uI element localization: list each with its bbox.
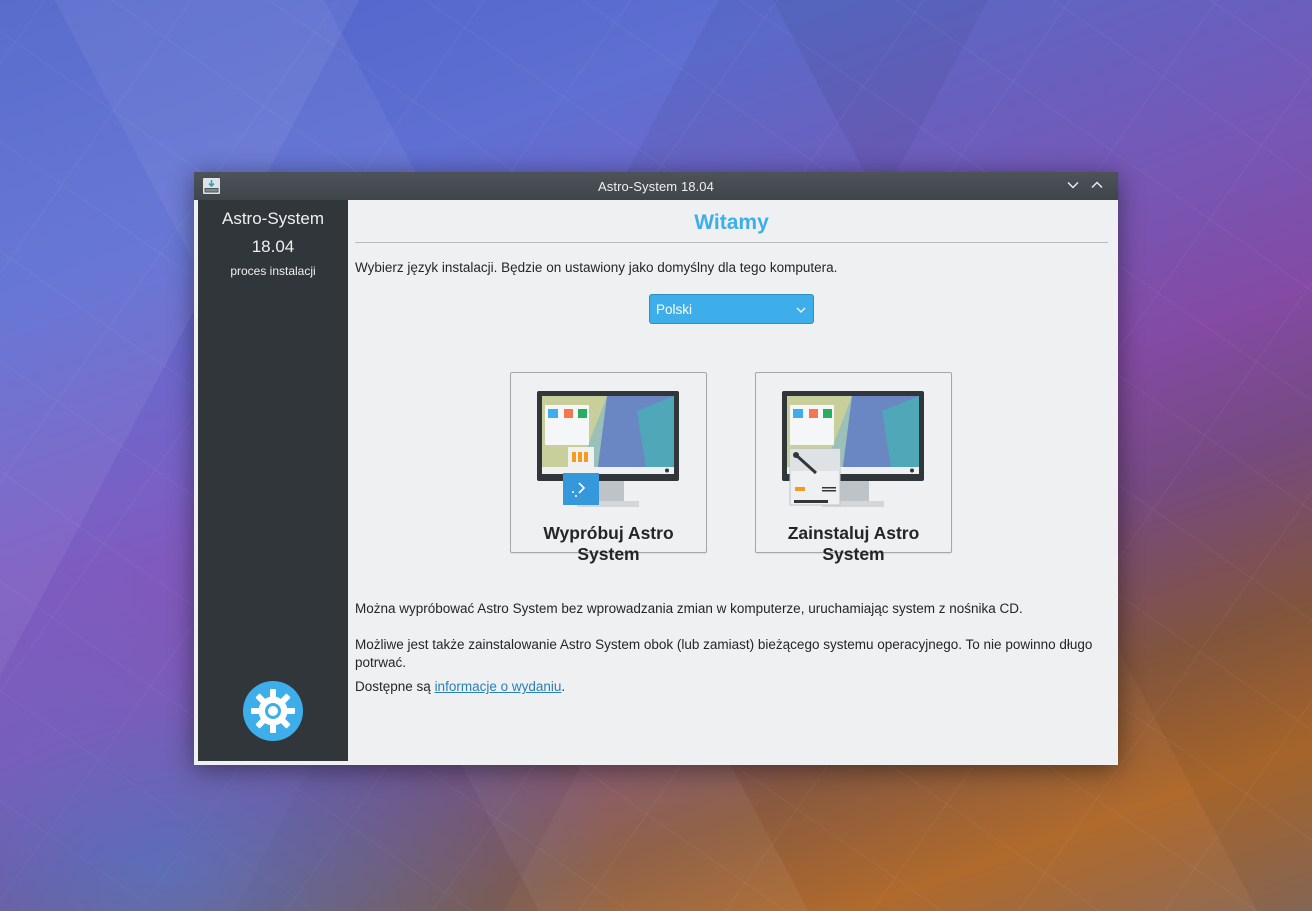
language-selected-value: Polski	[656, 301, 693, 317]
release-notes-line: Dostępne są informacje o wydaniu.	[355, 678, 1108, 696]
minimize-button[interactable]	[1066, 178, 1080, 195]
install-info-text: Możliwe jest także zainstalowanie Astro …	[355, 637, 1093, 670]
maximize-button[interactable]	[1090, 178, 1104, 195]
chevron-up-icon	[1091, 181, 1103, 188]
sidebar-subtitle: proces instalacji	[230, 264, 316, 278]
language-dropdown[interactable]: Polski	[649, 294, 814, 324]
try-system-label: Wypróbuj Astro System	[543, 523, 674, 564]
install-system-button[interactable]: Zainstaluj Astro System	[755, 372, 952, 564]
chevron-down-icon	[1067, 182, 1079, 189]
installer-window: Astro-System 18.04 Astro-System 18.04 pr…	[194, 172, 1118, 765]
release-notes-suffix: .	[561, 679, 566, 694]
monitor-usb-icon	[537, 391, 679, 507]
language-prompt: Wybierz język instalacji. Będzie on usta…	[355, 260, 838, 275]
heading-divider	[355, 242, 1108, 243]
info-text-block: Można wypróbować Astro System bez wprowa…	[355, 600, 1108, 696]
sidebar-title: Astro-System	[221, 209, 325, 228]
sidebar-version: 18.04	[251, 237, 295, 256]
monitor-harddrive-icon	[782, 391, 924, 507]
page-title: Witamy	[694, 211, 769, 234]
kubuntu-gear-logo-icon	[243, 681, 303, 741]
window-titlebar[interactable]: Astro-System 18.04	[194, 172, 1118, 200]
installer-sidebar: Astro-System 18.04 proces instalacji	[198, 200, 348, 761]
release-notes-prefix: Dostępne są	[355, 679, 435, 694]
chevron-down-icon	[796, 307, 806, 313]
main-content: Witamy Wybierz język instalacji. Będzie …	[348, 200, 1118, 765]
installer-download-icon	[203, 178, 220, 194]
install-system-label: Zainstaluj Astro System	[787, 523, 920, 564]
try-info-text: Można wypróbować Astro System bez wprowa…	[355, 601, 1023, 616]
try-system-button[interactable]: Wypróbuj Astro System	[510, 372, 707, 564]
window-title: Astro-System 18.04	[598, 178, 714, 194]
release-notes-link[interactable]: informacje o wydaniu	[435, 679, 562, 694]
